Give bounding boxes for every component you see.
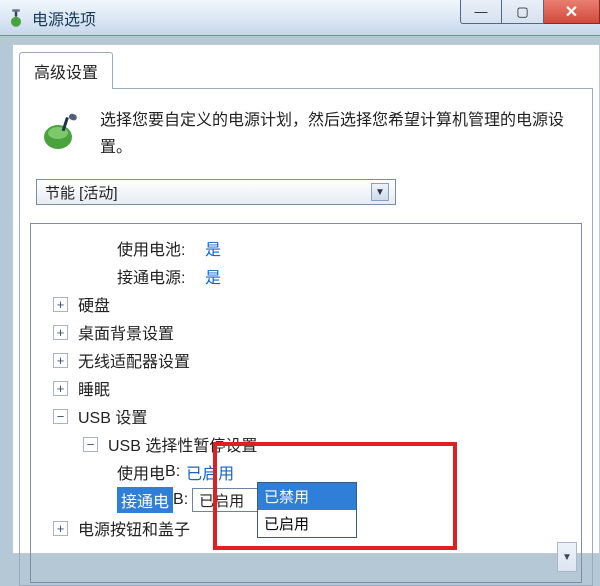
tree-row-usb-suspend[interactable]: − USB 选择性暂停设置 (39, 430, 573, 458)
usb-ac-value: 已启用 (199, 490, 244, 511)
power-icon (36, 107, 84, 155)
tab-strip: 高级设置 (19, 51, 593, 88)
tree-label: 桌面背景设置 (78, 320, 174, 344)
tree-row-wireless[interactable]: + 无线适配器设置 (39, 346, 573, 374)
tree-label: USB 设置 (78, 404, 147, 428)
usb-battery-label: 使用电 (117, 460, 165, 484)
expander-minus-icon[interactable]: − (53, 409, 68, 424)
title-bar: 电源选项 — ▢ ✕ (0, 0, 600, 36)
settings-tree-container: 使用电池: 是 接通电源: 是 + 硬盘 + 桌面背景设置 + 无线适配器 (30, 223, 582, 583)
battery-label: 使用电池: (117, 236, 199, 260)
usb-ac-dropdown[interactable]: 已禁用 已启用 (257, 482, 357, 538)
chevron-down-icon: ▼ (371, 183, 389, 201)
usb-battery-value-link[interactable]: 已启用 (186, 460, 234, 484)
tree-row-sleep[interactable]: + 睡眠 (39, 374, 573, 402)
usb-ac-label: 接通电 (121, 494, 169, 511)
battery-value-link[interactable]: 是 (205, 236, 221, 260)
dialog-client-area: 高级设置 选择您要自定义的电源计划，然后选择您希望计算机管理的电源设置。 节能 … (12, 44, 600, 554)
power-plan-value: 节能 [活动] (45, 182, 118, 203)
tree-label: 硬盘 (78, 292, 110, 316)
expander-plus-icon[interactable]: + (53, 381, 68, 396)
maximize-button[interactable]: ▢ (502, 0, 544, 24)
expander-plus-icon[interactable]: + (53, 353, 68, 368)
close-button[interactable]: ✕ (544, 0, 600, 24)
ac-value-link[interactable]: 是 (205, 264, 221, 288)
tab-panel: 选择您要自定义的电源计划，然后选择您希望计算机管理的电源设置。 节能 [活动] … (19, 88, 593, 586)
tree-label: USB 选择性暂停设置 (108, 432, 257, 456)
app-icon (6, 8, 26, 28)
tree-row-hdd[interactable]: + 硬盘 (39, 290, 573, 318)
power-plan-combo[interactable]: 节能 [活动] ▼ (36, 179, 396, 205)
expander-plus-icon[interactable]: + (53, 521, 68, 536)
intro-text: 选择您要自定义的电源计划，然后选择您希望计算机管理的电源设置。 (100, 107, 576, 161)
tab-advanced-settings[interactable]: 高级设置 (19, 52, 113, 89)
dropdown-option-enabled[interactable]: 已启用 (258, 510, 356, 537)
usb-battery-label-tail: B: (165, 463, 180, 481)
tree-label: 无线适配器设置 (78, 348, 190, 372)
expander-plus-icon[interactable]: + (53, 325, 68, 340)
tree-row-usb[interactable]: − USB 设置 (39, 402, 573, 430)
tree-label: 睡眠 (78, 376, 110, 400)
intro-block: 选择您要自定义的电源计划，然后选择您希望计算机管理的电源设置。 (30, 103, 582, 179)
usb-ac-label-tail: B: (173, 491, 188, 509)
expander-plus-icon[interactable]: + (53, 297, 68, 312)
tree-row-battery-top[interactable]: 使用电池: 是 (39, 234, 573, 262)
tree-label: 电源按钮和盖子 (78, 516, 190, 540)
window-title: 电源选项 (32, 6, 96, 30)
tree-row-ac-top[interactable]: 接通电源: 是 (39, 262, 573, 290)
window-buttons: — ▢ ✕ (460, 0, 600, 24)
minimize-button[interactable]: — (460, 0, 502, 24)
tree-row-desktop-bg[interactable]: + 桌面背景设置 (39, 318, 573, 346)
tree-scrollbar-down[interactable]: ▼ (557, 542, 577, 572)
expander-minus-icon[interactable]: − (83, 437, 98, 452)
ac-label: 接通电源: (117, 264, 199, 288)
dropdown-option-disabled[interactable]: 已禁用 (258, 483, 356, 510)
